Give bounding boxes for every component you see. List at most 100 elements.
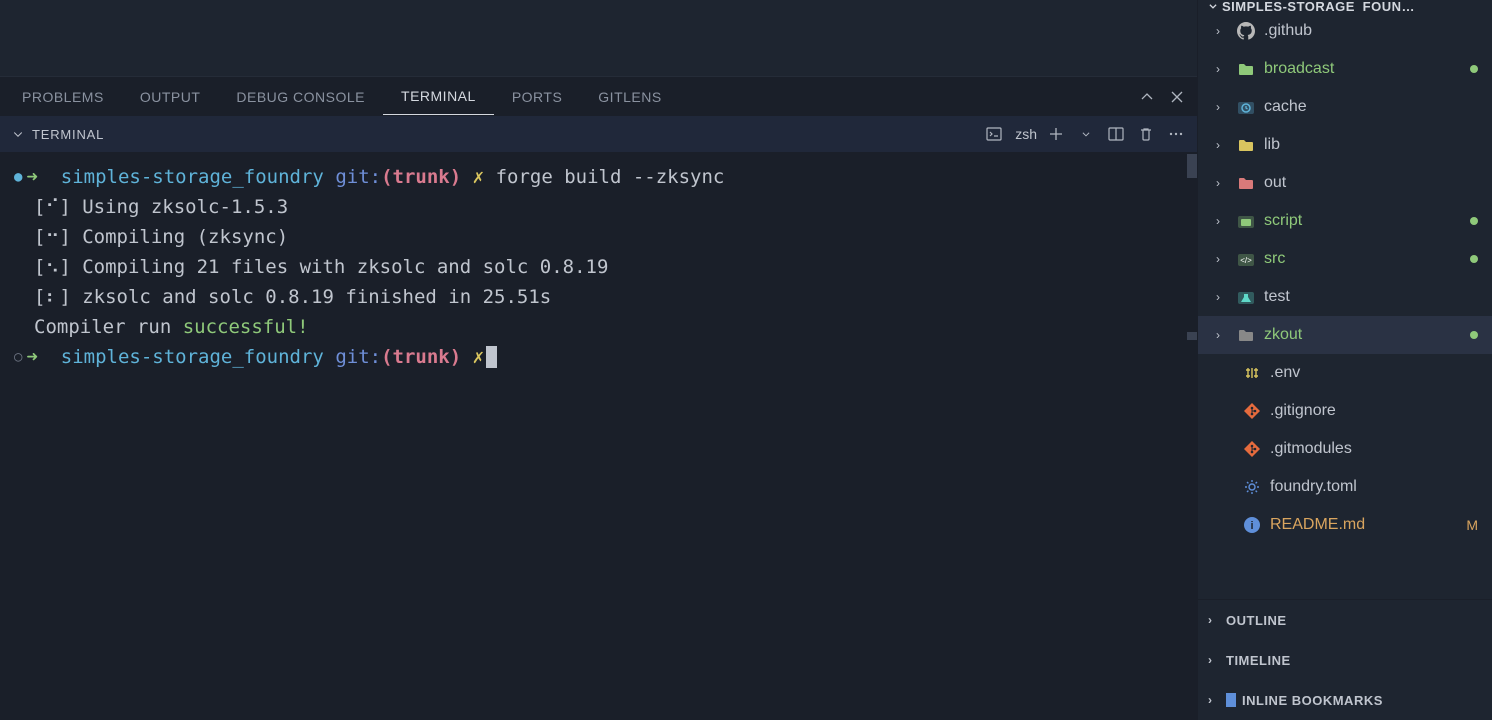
env-icon <box>1242 363 1262 383</box>
tab-terminal[interactable]: TERMINAL <box>383 78 494 115</box>
kill-terminal-icon[interactable] <box>1135 123 1157 145</box>
chevron-right-icon: › <box>1208 693 1222 707</box>
chevron-down-icon <box>1208 1 1218 11</box>
tree-item-label: lib <box>1264 136 1280 154</box>
inline-bookmarks-section[interactable]: › INLINE BOOKMARKS <box>1198 680 1492 720</box>
new-terminal-icon[interactable] <box>1045 123 1067 145</box>
tree-item-label: out <box>1264 174 1286 192</box>
timeline-section[interactable]: › TIMELINE <box>1198 640 1492 680</box>
terminal-command: forge build --zksync <box>496 162 725 192</box>
shell-name[interactable]: zsh <box>1015 126 1037 142</box>
tree-item-label: .gitignore <box>1270 402 1336 420</box>
panel-tabs: PROBLEMS OUTPUT DEBUG CONSOLE TERMINAL P… <box>0 76 1197 116</box>
prompt-dirty-icon: ✗ <box>473 162 484 192</box>
tree-item-label: .env <box>1270 364 1300 382</box>
git-status-dot-icon <box>1470 65 1478 73</box>
explorer-project-header[interactable]: SIMPLES-STORAGE_FOUN… <box>1198 0 1492 12</box>
prompt-dirty-icon: ✗ <box>473 342 484 372</box>
prompt-path: simples-storage_foundry <box>61 342 324 372</box>
tree-item-label: foundry.toml <box>1270 478 1357 496</box>
test-icon <box>1236 287 1256 307</box>
terminal-content[interactable]: ● ➜ simples-storage_foundry git: ( trunk… <box>0 152 1197 720</box>
github-icon <box>1236 21 1256 41</box>
prompt-git-open: ( <box>381 342 392 372</box>
terminal-output-line: [⠢] Compiling 21 files with zksolc and s… <box>14 252 1183 282</box>
chevron-right-icon: › <box>1216 24 1230 38</box>
tab-gitlens[interactable]: GITLENS <box>580 79 679 115</box>
prompt-path: simples-storage_foundry <box>61 162 324 192</box>
collapse-panel-icon[interactable] <box>1137 87 1157 107</box>
terminal-line: ● ➜ simples-storage_foundry git: ( trunk… <box>14 162 1183 192</box>
close-panel-icon[interactable] <box>1167 87 1187 107</box>
folder-icon <box>1236 325 1256 345</box>
prompt-git-close: ) <box>450 342 461 372</box>
file-.gitignore[interactable]: .gitignore <box>1198 392 1492 430</box>
folder-icon <box>1236 59 1256 79</box>
chevron-right-icon: › <box>1216 176 1230 190</box>
terminal-output-line: [⠆] zksolc and solc 0.8.19 finished in 2… <box>14 282 1183 312</box>
tab-output[interactable]: OUTPUT <box>122 79 219 115</box>
chevron-right-icon: › <box>1216 290 1230 304</box>
tree-item-label: README.md <box>1270 516 1365 534</box>
chevron-down-icon[interactable] <box>12 128 24 140</box>
prompt-git-branch: trunk <box>393 342 450 372</box>
terminal-cursor <box>486 346 497 368</box>
prompt-git-label: git: <box>335 162 381 192</box>
file-foundry.toml[interactable]: foundry.toml <box>1198 468 1492 506</box>
tree-item-label: broadcast <box>1264 60 1334 78</box>
folder-out[interactable]: › out <box>1198 164 1492 202</box>
git-icon <box>1242 439 1262 459</box>
prompt-dot-icon: ○ <box>14 342 22 372</box>
folder-broadcast[interactable]: › broadcast <box>1198 50 1492 88</box>
explorer-sidebar: SIMPLES-STORAGE_FOUN… › .github › broadcast… <box>1197 0 1492 720</box>
folder-icon <box>1236 135 1256 155</box>
more-actions-icon[interactable] <box>1165 123 1187 145</box>
chevron-right-icon: › <box>1216 62 1230 76</box>
tab-problems[interactable]: PROBLEMS <box>4 79 122 115</box>
prompt-dot-icon: ● <box>14 162 22 192</box>
svg-text:i: i <box>1250 520 1253 532</box>
git-icon <box>1242 401 1262 421</box>
prompt-git-label: git: <box>335 342 381 372</box>
git-status-letter: M <box>1466 517 1478 533</box>
scrollbar-indicator <box>1187 154 1197 178</box>
prompt-git-close: ) <box>450 162 461 192</box>
editor-area <box>0 0 1197 76</box>
tree-item-label: .github <box>1264 22 1312 40</box>
tab-debug-console[interactable]: DEBUG CONSOLE <box>218 79 383 115</box>
git-status-dot-icon <box>1470 217 1478 225</box>
folder-.github[interactable]: › .github <box>1198 12 1492 50</box>
folder-src[interactable]: ›</>src <box>1198 240 1492 278</box>
file-.env[interactable]: .env <box>1198 354 1492 392</box>
prompt-arrow-icon: ➜ <box>26 162 60 192</box>
file-tree: ›.github›broadcast›cache›lib›out›script›… <box>1198 12 1492 599</box>
terminal-launch-icon[interactable] <box>983 123 1005 145</box>
tree-item-label: zkout <box>1264 326 1302 344</box>
outline-section[interactable]: › OUTLINE <box>1198 600 1492 640</box>
cache-icon <box>1236 97 1256 117</box>
folder-script[interactable]: ›script <box>1198 202 1492 240</box>
tab-ports[interactable]: PORTS <box>494 79 580 115</box>
folder-zkout[interactable]: › zkout <box>1198 316 1492 354</box>
tree-item-label: .gitmodules <box>1270 440 1352 458</box>
prompt-arrow-icon: ➜ <box>26 342 60 372</box>
chevron-right-icon: › <box>1208 653 1222 667</box>
prompt-git-branch: trunk <box>393 162 450 192</box>
folder-test[interactable]: ›test <box>1198 278 1492 316</box>
terminal-header: TERMINAL zsh <box>0 116 1197 152</box>
src-icon: </> <box>1236 249 1256 269</box>
terminal-output-line: Compiler run successful! <box>14 312 1183 342</box>
tree-item-label: src <box>1264 250 1285 268</box>
terminal-label: TERMINAL <box>32 127 104 142</box>
file-README.md[interactable]: i README.md M <box>1198 506 1492 544</box>
folder-cache[interactable]: ›cache <box>1198 88 1492 126</box>
file-.gitmodules[interactable]: .gitmodules <box>1198 430 1492 468</box>
terminal-line: ○ ➜ simples-storage_foundry git: ( trunk… <box>14 342 1183 372</box>
split-terminal-icon[interactable] <box>1105 123 1127 145</box>
folder-lib[interactable]: ›lib <box>1198 126 1492 164</box>
new-terminal-chevron-icon[interactable] <box>1075 123 1097 145</box>
folder-icon <box>1236 173 1256 193</box>
chevron-right-icon: › <box>1216 328 1230 342</box>
tree-item-label: script <box>1264 212 1302 230</box>
git-status-dot-icon <box>1470 255 1478 263</box>
